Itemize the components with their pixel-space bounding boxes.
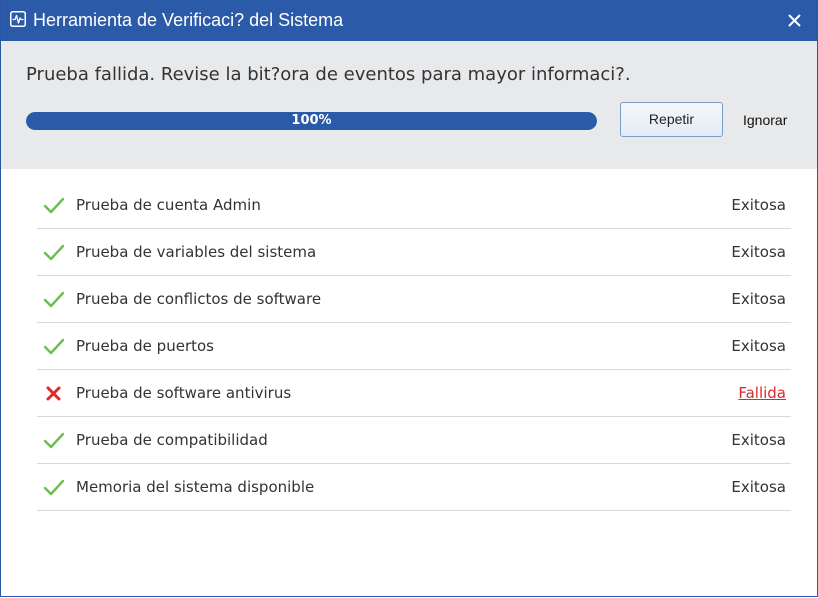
status-panel: Prueba fallida. Revise la bit?ora de eve… bbox=[1, 41, 817, 169]
test-name: Memoria del sistema disponible bbox=[76, 478, 315, 496]
check-icon bbox=[43, 479, 65, 496]
test-row: Prueba de variables del sistema Exitosa bbox=[37, 229, 791, 276]
check-icon bbox=[43, 291, 65, 308]
test-row: Prueba de compatibilidad Exitosa bbox=[37, 417, 791, 464]
check-icon bbox=[43, 432, 65, 449]
test-status: Exitosa bbox=[731, 478, 786, 496]
test-row: Prueba de software antivirus Fallida bbox=[37, 370, 791, 417]
test-name: Prueba de compatibilidad bbox=[76, 431, 268, 449]
test-status: Exitosa bbox=[731, 290, 786, 308]
status-message: Prueba fallida. Revise la bit?ora de eve… bbox=[26, 64, 631, 85]
test-status: Exitosa bbox=[731, 243, 786, 261]
test-row: Prueba de puertos Exitosa bbox=[37, 323, 791, 370]
test-name: Prueba de puertos bbox=[76, 337, 214, 355]
test-status-link[interactable]: Fallida bbox=[738, 383, 786, 403]
test-row: Prueba de conflictos de software Exitosa bbox=[37, 276, 791, 323]
test-results-list: Prueba de cuenta Admin Exitosa Prueba de v… bbox=[37, 182, 791, 511]
test-row: Prueba de cuenta Admin Exitosa bbox=[37, 182, 791, 229]
ignore-button[interactable]: Ignorar bbox=[743, 111, 787, 129]
test-status: Exitosa bbox=[731, 431, 786, 449]
test-name: Prueba de cuenta Admin bbox=[76, 196, 261, 214]
close-button[interactable] bbox=[773, 0, 817, 41]
test-status: Exitosa bbox=[731, 196, 786, 214]
heartbeat-monitor-icon bbox=[10, 11, 26, 27]
title-bar[interactable]: Herramienta de Verificaci? del Sistema bbox=[1, 0, 817, 41]
test-name: Prueba de software antivirus bbox=[76, 384, 292, 402]
progress-label: 100% bbox=[291, 113, 332, 128]
test-name: Prueba de variables del sistema bbox=[76, 243, 317, 261]
test-status: Exitosa bbox=[731, 337, 786, 355]
close-icon bbox=[788, 14, 801, 27]
check-icon bbox=[43, 244, 65, 261]
progress-bar: 100% bbox=[26, 112, 597, 130]
cross-icon bbox=[46, 386, 61, 401]
check-icon bbox=[43, 338, 65, 355]
verification-dialog: Herramienta de Verificaci? del Sistema P… bbox=[0, 0, 818, 597]
repeat-button[interactable]: Repetir bbox=[620, 102, 723, 137]
test-name: Prueba de conflictos de software bbox=[76, 290, 322, 308]
check-icon bbox=[43, 197, 65, 214]
window-title: Herramienta de Verificaci? del Sistema bbox=[33, 10, 344, 30]
test-row: Memoria del sistema disponible Exitosa bbox=[37, 464, 791, 511]
